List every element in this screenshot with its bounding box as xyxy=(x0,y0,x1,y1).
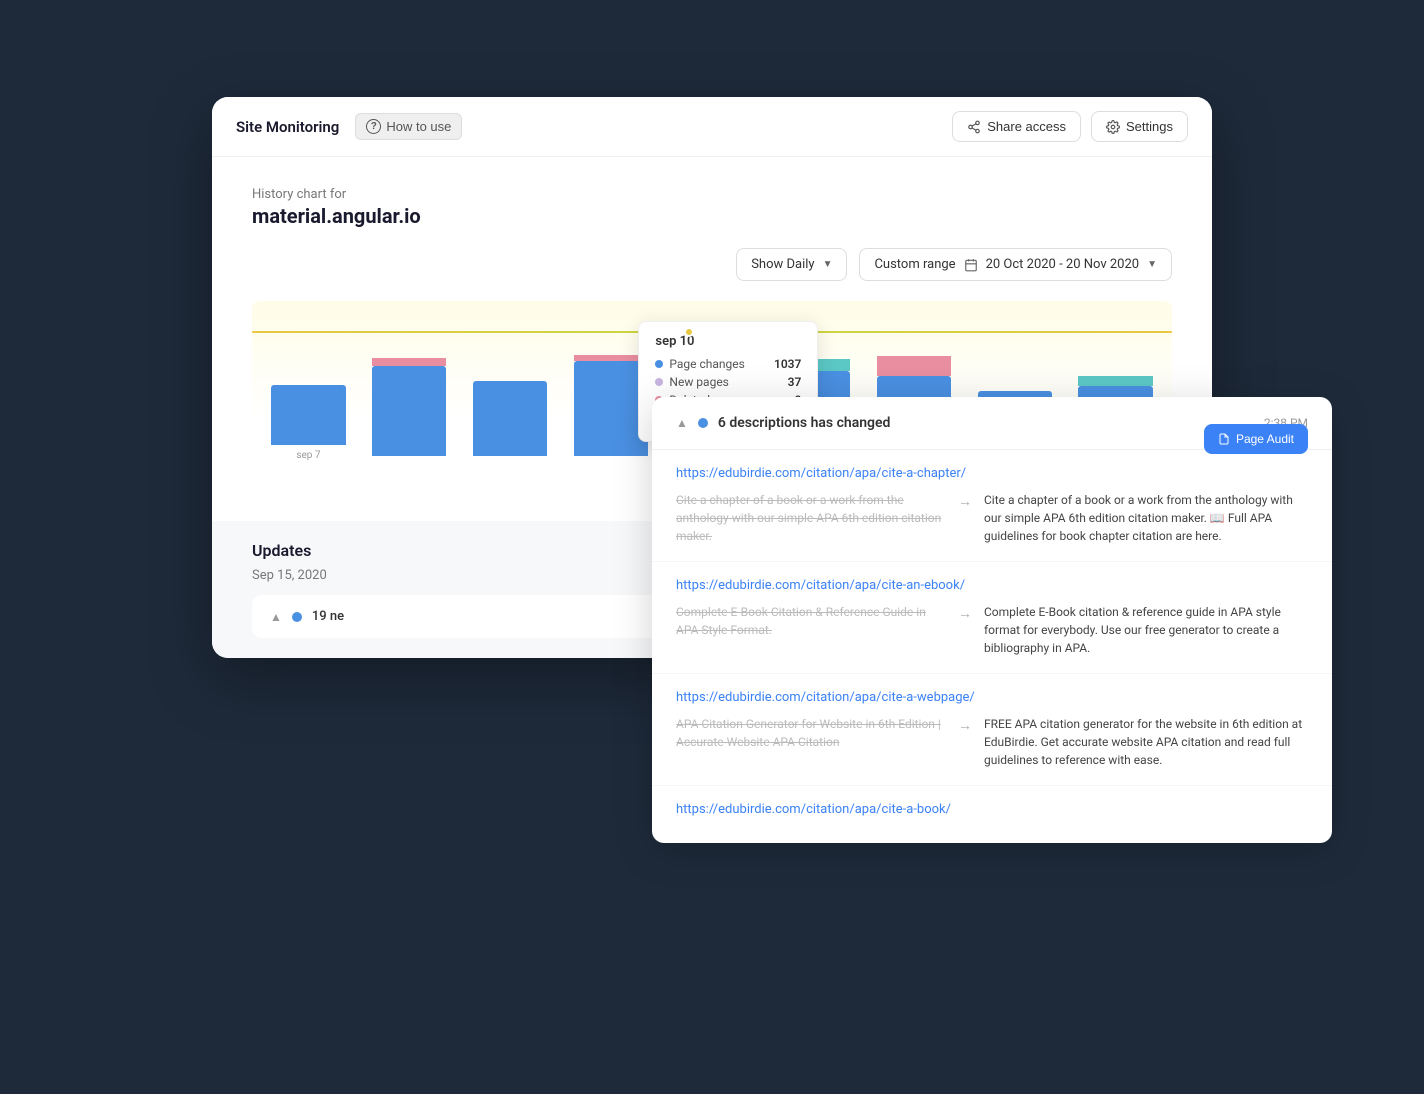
brand-title: Site Monitoring xyxy=(236,118,339,136)
overlay-arrow-icon-1: → xyxy=(958,605,972,622)
tooltip-dot-1 xyxy=(655,378,663,386)
bar-teal-9 xyxy=(1078,376,1152,386)
bar-group-3 xyxy=(464,381,557,461)
tooltip-row-0: Page changes 1037 xyxy=(655,357,801,371)
tooltip-row-1: New pages 37 xyxy=(655,375,801,389)
navbar-actions: Share access Settings xyxy=(952,111,1188,142)
overlay-old-text-0: Cite a chapter of a book or a work from … xyxy=(676,491,946,545)
calendar-icon xyxy=(964,258,978,272)
overlay-old-text-2: APA Citation Generator for Website in 6t… xyxy=(676,715,946,751)
chart-controls: Show Daily ▼ Custom range 20 Oct 2020 - … xyxy=(252,248,1172,281)
tooltip-dot-0 xyxy=(655,360,663,368)
overlay-url-3[interactable]: https://edubirdie.com/citation/apa/cite-… xyxy=(676,802,1308,817)
overlay-content-row-2: APA Citation Generator for Website in 6t… xyxy=(676,715,1308,769)
overlay-indicator-dot xyxy=(698,418,708,428)
bar-pink-2 xyxy=(372,358,446,366)
settings-button[interactable]: Settings xyxy=(1091,111,1188,142)
navbar: Site Monitoring ? How to use Share acces… xyxy=(212,97,1212,157)
show-daily-dropdown[interactable]: Show Daily ▼ xyxy=(736,248,847,281)
share-access-button[interactable]: Share access xyxy=(952,111,1081,142)
overlay-new-text-2: FREE APA citation generator for the webs… xyxy=(984,715,1308,769)
overlay-url-1[interactable]: https://edubirdie.com/citation/apa/cite-… xyxy=(676,578,1308,593)
share-icon xyxy=(967,120,981,134)
bar-group-1: sep 7 xyxy=(262,385,355,461)
dropdown-arrow-icon: ▼ xyxy=(823,259,833,270)
expand-icon[interactable]: ▲ xyxy=(270,610,282,624)
bar-blue-4 xyxy=(574,361,648,456)
overlay-collapse-icon[interactable]: ▲ xyxy=(676,416,688,430)
overlay-item-top-0: https://edubirdie.com/citation/apa/cite-… xyxy=(676,466,1308,491)
update-indicator-dot xyxy=(292,612,302,622)
bar-blue-1 xyxy=(271,385,345,445)
gear-icon xyxy=(1106,120,1120,134)
bar-pink-7 xyxy=(877,356,951,376)
overlay-arrow-icon-0: → xyxy=(958,493,972,510)
bar-blue-3 xyxy=(473,381,547,456)
bar-group-2 xyxy=(363,358,456,461)
overlay-item-2: https://edubirdie.com/citation/apa/cite-… xyxy=(652,674,1332,786)
overlay-content-row-0: Cite a chapter of a book or a work from … xyxy=(676,491,1308,545)
overlay-old-text-1: Complete E-Book Citation & Reference Gui… xyxy=(676,603,946,639)
how-to-use-button[interactable]: ? How to use xyxy=(355,113,462,140)
overlay-arrow-icon-2: → xyxy=(958,717,972,734)
overlay-content-row-1: Complete E-Book Citation & Reference Gui… xyxy=(676,603,1308,657)
date-range-dropdown[interactable]: Custom range 20 Oct 2020 - 20 Nov 2020 ▼ xyxy=(859,248,1172,281)
help-icon: ? xyxy=(366,119,381,134)
date-dropdown-arrow-icon: ▼ xyxy=(1147,259,1157,270)
overlay-item-3: https://edubirdie.com/citation/apa/cite-… xyxy=(652,786,1332,843)
overlay-new-text-1: Complete E-Book citation & reference gui… xyxy=(984,603,1308,657)
document-icon xyxy=(1218,433,1230,445)
overlay-group-title: 6 descriptions has changed xyxy=(718,415,1254,431)
overlay-url-2[interactable]: https://edubirdie.com/citation/apa/cite-… xyxy=(676,690,1308,705)
history-label: History chart for xyxy=(252,187,1172,202)
overlay-url-0[interactable]: https://edubirdie.com/citation/apa/cite-… xyxy=(676,466,966,481)
site-name: material.angular.io xyxy=(252,204,1172,228)
change-overlay-panel: ▲ 6 descriptions has changed 2:38 PM htt… xyxy=(652,397,1332,843)
bar-blue-2 xyxy=(372,366,446,456)
overlay-new-text-0: Cite a chapter of a book or a work from … xyxy=(984,491,1308,545)
overlay-item-1: https://edubirdie.com/citation/apa/cite-… xyxy=(652,562,1332,674)
page-audit-button[interactable]: Page Audit xyxy=(1204,424,1308,454)
overlay-item-0: https://edubirdie.com/citation/apa/cite-… xyxy=(652,450,1332,562)
